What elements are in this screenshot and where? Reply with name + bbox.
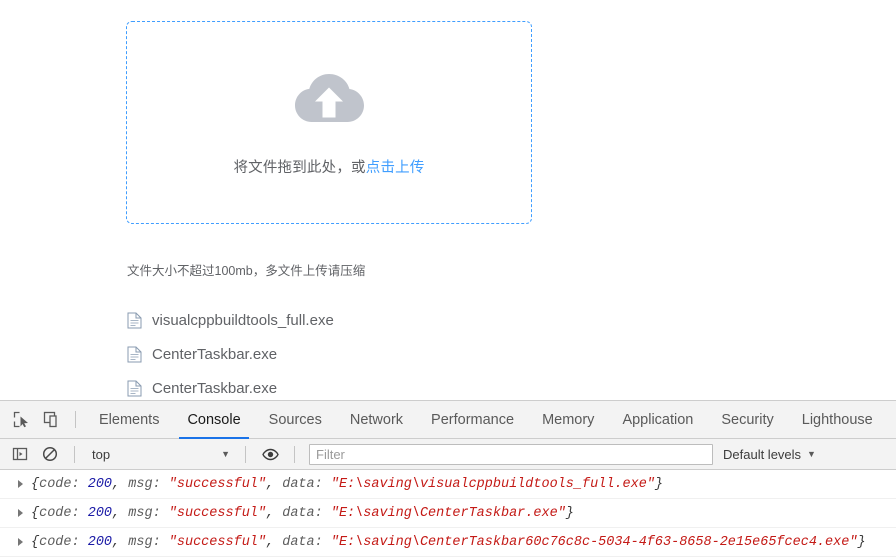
tab-sources[interactable]: Sources [255,401,336,439]
console-log-row[interactable]: {code: 200, msg: "successful", data: "E:… [0,499,896,528]
console-log-row[interactable]: {code: 200, msg: "successful", data: "E:… [0,528,896,557]
devtools-panel: Elements Console Sources Network Perform… [0,400,896,559]
tab-console[interactable]: Console [173,401,254,439]
expand-arrow-icon[interactable] [18,509,23,517]
object-close-brace: } [654,476,664,492]
list-item[interactable]: visualcppbuildtools_full.exe [127,303,547,337]
tab-network[interactable]: Network [336,401,417,439]
msg-value: "successful" [168,505,266,521]
tab-label: Memory [542,411,595,428]
dropzone-text-static: 将文件拖到此处，或 [233,160,366,176]
data-key: data: [282,476,323,492]
expand-arrow-icon[interactable] [18,538,23,546]
devtools-tabstrip: Elements Console Sources Network Perform… [0,401,896,439]
console-toolbar-divider [245,445,246,463]
list-item[interactable]: CenterTaskbar.exe [127,337,547,371]
msg-key: msg: [128,534,161,550]
tab-memory[interactable]: Memory [528,401,608,439]
comma: , [112,476,121,492]
toolbar-divider [75,411,76,428]
tab-lighthouse[interactable]: Lighthouse [788,401,887,439]
document-icon [127,312,152,329]
dropzone-text: 将文件拖到此处，或点击上传 [233,156,424,177]
file-name: CenterTaskbar.exe [152,379,278,397]
data-key: data: [282,505,323,521]
log-levels-select[interactable]: Default levels ▼ [723,447,816,462]
code-key: code: [39,534,80,550]
tab-label: Console [187,411,241,428]
console-log-row[interactable]: {code: 200, msg: "successful", data: "E:… [0,470,896,499]
tab-label: Application [622,411,694,428]
file-dropzone[interactable]: 将文件拖到此处，或点击上传 [126,21,532,224]
object-open-brace: { [31,534,40,550]
code-key: code: [39,505,80,521]
object-open-brace: { [31,505,40,521]
live-expression-eye-icon[interactable] [255,440,285,468]
chevron-down-icon: ▼ [221,449,230,459]
msg-key: msg: [128,505,161,521]
msg-value: "successful" [168,476,266,492]
tab-label: Security [721,411,774,428]
code-value: 200 [87,476,113,492]
comma: , [266,476,275,492]
comma: , [112,505,121,521]
tab-label: Network [349,411,404,428]
cloud-upload-icon [290,68,368,156]
expand-arrow-icon[interactable] [18,480,23,488]
upload-page: 将文件拖到此处，或点击上传 文件大小不超过100mb，多文件上传请压缩 visu… [0,0,896,400]
inspect-element-icon[interactable] [6,406,36,434]
console-output: {code: 200, msg: "successful", data: "E:… [0,470,896,559]
dropzone-upload-link[interactable]: 点击上传 [366,160,425,176]
console-toolbar-divider [74,445,75,463]
filter-input[interactable] [309,443,713,465]
console-toolbar-divider [294,445,295,463]
log-levels-label: Default levels [723,446,802,462]
document-icon [127,346,152,363]
tab-label: Sources [268,411,322,428]
console-sidebar-icon[interactable] [5,440,35,468]
uploaded-file-list: visualcppbuildtools_full.exe CenterTaskb… [127,303,547,400]
execution-context-value: top [92,446,111,462]
object-open-brace: { [31,476,40,492]
tab-application[interactable]: Application [608,401,707,439]
comma: , [112,534,121,550]
code-value: 200 [87,534,113,550]
tab-label: Lighthouse [801,411,873,428]
tab-security[interactable]: Security [707,401,787,439]
code-key: code: [39,476,80,492]
data-value: "E:\saving\CenterTaskbar.exe" [330,505,566,521]
data-value: "E:\saving\CenterTaskbar60c76c8c-5034-4f… [330,534,858,550]
tab-performance[interactable]: Performance [417,401,528,439]
chevron-down-icon: ▼ [807,449,816,459]
list-item[interactable]: CenterTaskbar.exe [127,371,547,400]
comma: , [266,534,275,550]
data-key: data: [282,534,323,550]
console-toolbar: top ▼ Default levels ▼ [0,439,896,470]
tab-elements[interactable]: Elements [85,401,173,439]
device-toolbar-icon[interactable] [36,406,66,434]
file-name: CenterTaskbar.exe [152,345,278,363]
tab-label: Performance [431,411,515,428]
tab-label: Elements [99,411,160,428]
data-value: "E:\saving\visualcppbuildtools_full.exe" [330,476,655,492]
file-name: visualcppbuildtools_full.exe [152,311,334,329]
msg-value: "successful" [168,534,266,550]
comma: , [266,505,275,521]
code-value: 200 [87,505,113,521]
msg-key: msg: [128,476,161,492]
clear-console-icon[interactable] [35,440,65,468]
execution-context-select[interactable]: top ▼ [84,443,236,465]
document-icon [127,380,152,397]
object-close-brace: } [565,505,574,521]
upload-tip: 文件大小不超过100mb，多文件上传请压缩 [127,264,366,278]
object-close-brace: } [857,534,866,550]
